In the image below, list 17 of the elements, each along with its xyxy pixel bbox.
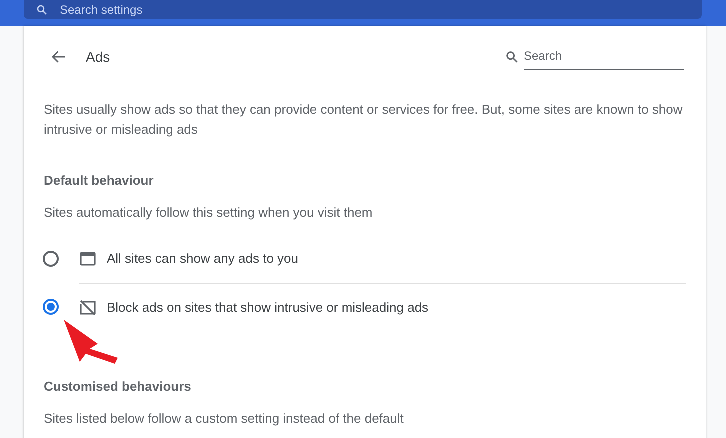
search-icon	[36, 4, 48, 16]
section-heading: Customised behaviours	[44, 378, 192, 396]
browser-window-icon	[79, 250, 97, 268]
radio-button[interactable]	[43, 251, 59, 267]
section-subtitle: Sites listed below follow a custom setting instead of the default	[44, 410, 405, 428]
page-title: Ads	[86, 48, 110, 66]
pointer-arrow	[62, 318, 120, 364]
search-field[interactable]: Search	[524, 44, 684, 70]
search-icon	[505, 50, 519, 64]
option-label: All sites can show any ads to you	[107, 250, 298, 268]
blocked-window-icon	[79, 298, 97, 316]
description-text: Sites usually show ads so that they can provide content or services for free. But, some sites are known to show intrusive or misleading ads	[44, 101, 684, 139]
radio-button[interactable]	[43, 299, 59, 315]
option-label: Block ads on sites that show intrusive or misleading ads	[107, 298, 429, 317]
section-heading: Default behaviour	[44, 172, 155, 190]
search-settings-field[interactable]: Search settings	[24, 0, 702, 19]
section-subtitle: Sites automatically follow this setting when you visit them	[44, 204, 374, 222]
